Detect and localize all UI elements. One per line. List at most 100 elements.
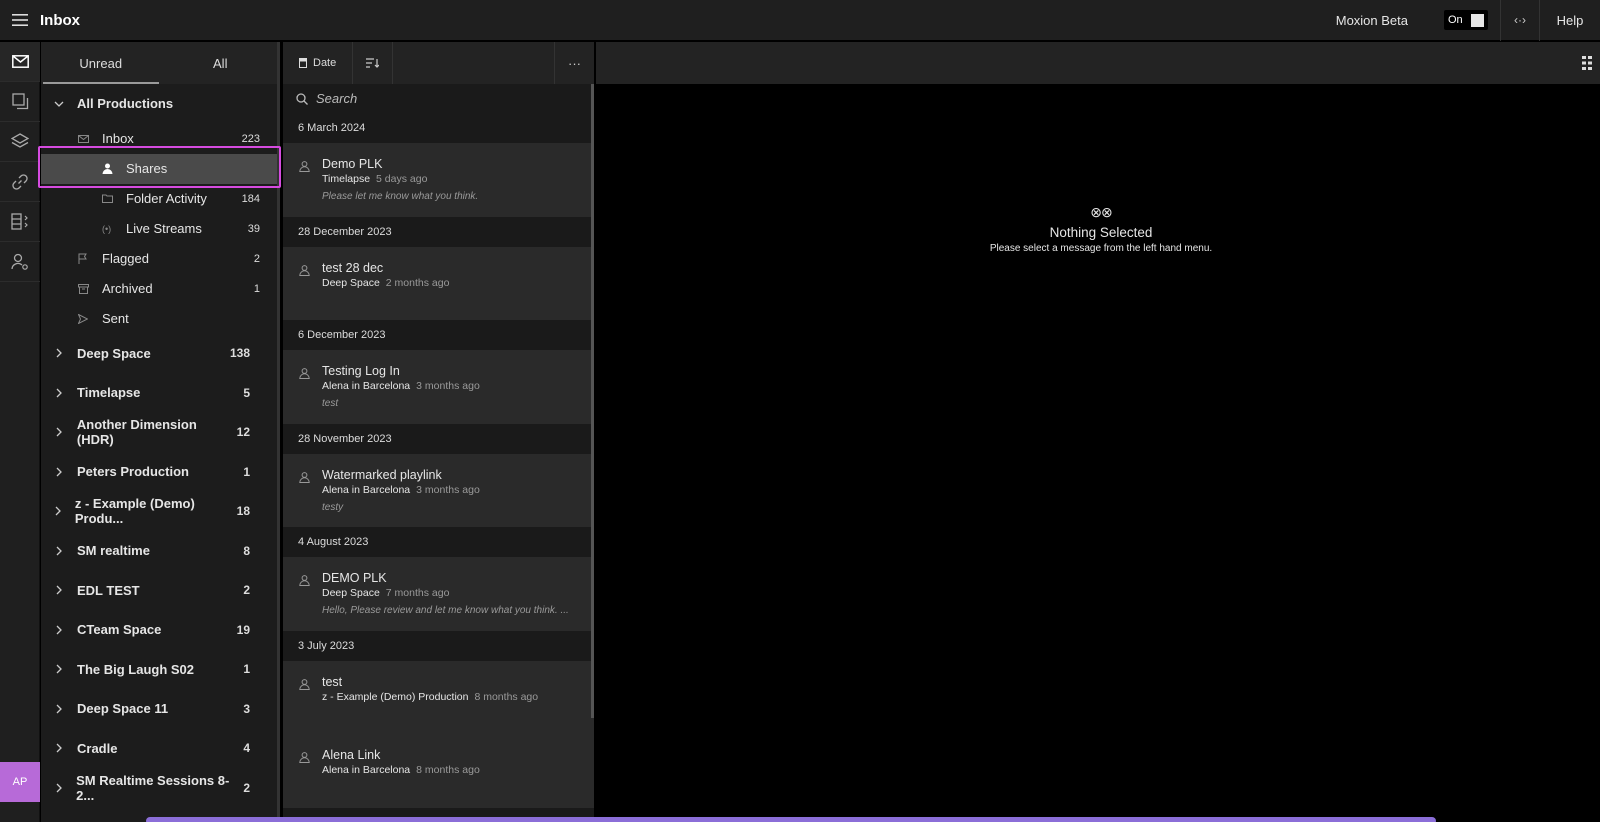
top-bar: Inbox Moxion Beta On ‹·› Help bbox=[0, 0, 1600, 41]
tree-item-live-streams[interactable]: (•) Live Streams 39 bbox=[41, 214, 280, 244]
tree-item-label: SM realtime bbox=[77, 543, 150, 559]
tree-item-label: z - Example (Demo) Produ... bbox=[74, 496, 195, 527]
message-title: test bbox=[322, 674, 343, 689]
tree-item-production[interactable]: Deep Space 138 bbox=[41, 334, 280, 374]
folders-panel: Unread All All Productions Inbox 223 Sha… bbox=[41, 42, 280, 822]
search-placeholder: Search bbox=[316, 91, 358, 106]
message-meta: Alena in Barcelona 8 months ago bbox=[322, 764, 594, 776]
user-icon bbox=[299, 366, 310, 384]
sort-label: Date bbox=[313, 57, 337, 69]
tree-item-flagged[interactable]: Flagged 2 bbox=[41, 244, 280, 274]
folder-tabs: Unread All bbox=[41, 42, 280, 84]
message-list: Date ··· Search 6 March 2024 Demo PLK Time… bbox=[282, 42, 594, 822]
more-options-button[interactable]: ··· bbox=[554, 42, 594, 84]
layers-icon[interactable] bbox=[0, 122, 40, 162]
sort-by-date-button[interactable]: Date bbox=[283, 42, 354, 84]
tree-item-production[interactable]: EDL TEST 2 bbox=[41, 571, 280, 611]
list-scrollbar[interactable] bbox=[591, 84, 594, 718]
link-icon[interactable] bbox=[0, 162, 40, 202]
message-production: z - Example (Demo) Production bbox=[322, 690, 469, 703]
message-item[interactable]: DEMO PLK Deep Space 7 months ago Hello, Ple… bbox=[283, 557, 594, 631]
icon-rail: AP bbox=[0, 42, 40, 822]
tree-item-label: Deep Space bbox=[77, 345, 151, 361]
date-group-header: 28 November 2023 bbox=[283, 423, 594, 454]
user-icon bbox=[299, 470, 310, 488]
tree-item-production[interactable]: Peters Production 1 bbox=[41, 452, 280, 492]
tree-item-production[interactable]: The Big Laugh S02 1 bbox=[41, 650, 280, 690]
tree-item-inbox[interactable]: Inbox 223 bbox=[41, 124, 280, 154]
message-time: 2 months ago bbox=[385, 276, 450, 289]
tree-item-production[interactable]: SM Realtime Sessions 8-2... 2 bbox=[41, 768, 280, 808]
unread-count: 223 bbox=[241, 132, 260, 145]
tree-item-label: Archived bbox=[102, 281, 153, 296]
sort-order-icon[interactable] bbox=[353, 42, 394, 84]
chevron-right-icon[interactable] bbox=[41, 348, 77, 358]
tree-item-label: All Productions bbox=[77, 96, 174, 112]
message-time: 3 months ago bbox=[416, 483, 480, 496]
message-item[interactable]: Demo PLK Timelapse 5 days ago Please let me… bbox=[283, 143, 594, 217]
tree-item-production[interactable]: SM realtime 8 bbox=[41, 531, 280, 571]
tree-item-archived[interactable]: Archived 1 bbox=[41, 274, 280, 304]
tree-item-label: Shares bbox=[126, 161, 168, 176]
tree-item-production[interactable]: Cradle 4 bbox=[41, 729, 280, 769]
unread-count: 2 bbox=[243, 780, 250, 795]
grid-icon[interactable] bbox=[1582, 56, 1592, 75]
mail-icon bbox=[78, 134, 102, 143]
tree-item-production[interactable]: CTeam Space 19 bbox=[41, 610, 280, 650]
chevron-right-icon[interactable] bbox=[41, 743, 77, 753]
chevron-right-icon[interactable] bbox=[41, 625, 77, 635]
tab-all[interactable]: All bbox=[161, 42, 281, 84]
unread-count: 1 bbox=[243, 662, 250, 677]
message-item[interactable]: Alena Link Alena in Barcelona 8 months ago bbox=[283, 734, 594, 808]
avatar[interactable]: AP bbox=[0, 762, 40, 802]
message-item[interactable]: Testing Log In Alena in Barcelona 3 months… bbox=[283, 350, 594, 424]
chevron-right-icon[interactable] bbox=[41, 783, 76, 793]
date-group-header: 4 August 2023 bbox=[283, 527, 594, 557]
inbox-nav-icon[interactable] bbox=[0, 42, 40, 82]
message-production: Deep Space bbox=[322, 276, 380, 289]
message-meta: Alena in Barcelona 3 months ago bbox=[322, 484, 594, 496]
chevron-right-icon[interactable] bbox=[41, 388, 77, 398]
toggle-label: On bbox=[1448, 14, 1463, 26]
tree-item-production[interactable]: Another Dimension (HDR) 12 bbox=[41, 413, 280, 453]
user-settings-icon[interactable] bbox=[0, 242, 40, 282]
tree-item-production[interactable]: Timelapse 5 bbox=[41, 373, 280, 413]
embed-code-icon[interactable]: ‹·› bbox=[1501, 0, 1539, 41]
message-time: 7 months ago bbox=[385, 587, 450, 599]
folders-scrollbar[interactable] bbox=[277, 42, 280, 822]
chevron-right-icon[interactable] bbox=[41, 664, 77, 674]
date-group-header: 3 July 2023 bbox=[283, 630, 594, 661]
search-input[interactable]: Search bbox=[283, 84, 594, 113]
tree-item-all-productions[interactable]: All Productions bbox=[41, 84, 280, 124]
beta-toggle[interactable]: On bbox=[1444, 10, 1488, 30]
folder-icon bbox=[102, 194, 126, 203]
chevron-right-icon[interactable] bbox=[41, 546, 77, 556]
flag-icon bbox=[78, 253, 102, 264]
tree-item-folder-activity[interactable]: Folder Activity 184 bbox=[41, 184, 280, 214]
date-group-header: 28 December 2023 bbox=[283, 216, 594, 247]
help-link[interactable]: Help bbox=[1540, 13, 1600, 28]
empty-state-title: Nothing Selected bbox=[1049, 225, 1153, 240]
message-item[interactable]: test z - Example (Demo) Production 8 month… bbox=[283, 660, 594, 734]
message-item[interactable]: test 28 dec Deep Space 2 months ago bbox=[283, 246, 594, 320]
chevron-right-icon[interactable] bbox=[41, 467, 77, 477]
storage-icon[interactable] bbox=[0, 202, 40, 242]
chevron-right-icon[interactable] bbox=[41, 506, 75, 516]
message-time: 5 days ago bbox=[376, 173, 428, 185]
chevron-right-icon[interactable] bbox=[41, 585, 77, 595]
tree-item-production[interactable]: Deep Space 11 3 bbox=[41, 689, 280, 729]
chevron-right-icon[interactable] bbox=[41, 427, 77, 437]
tree-item-shares[interactable]: Shares bbox=[41, 153, 280, 184]
tab-unread[interactable]: Unread bbox=[41, 42, 161, 84]
unread-count: 12 bbox=[236, 425, 250, 440]
beta-label: Moxion Beta bbox=[1335, 12, 1408, 28]
tree-item-sent[interactable]: Sent bbox=[41, 304, 280, 334]
menu-icon[interactable] bbox=[0, 0, 40, 41]
message-item[interactable]: Watermarked playlink Alena in Barcelona 3 … bbox=[283, 453, 594, 527]
date-group-header: 6 December 2023 bbox=[283, 320, 594, 350]
copy-icon[interactable] bbox=[0, 82, 40, 122]
chevron-down-icon[interactable] bbox=[41, 101, 77, 107]
productions-list: Deep Space 138 Timelapse 5 Another Dimension… bbox=[41, 334, 280, 808]
chevron-right-icon[interactable] bbox=[41, 704, 77, 714]
tree-item-production[interactable]: z - Example (Demo) Produ... 18 bbox=[41, 492, 280, 532]
